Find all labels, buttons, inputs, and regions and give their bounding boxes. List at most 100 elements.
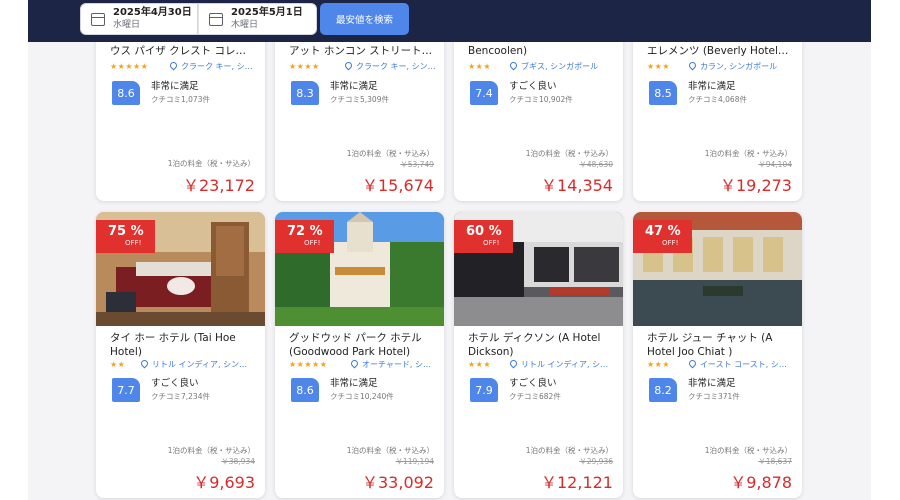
- checkin-date-field[interactable]: 2025年4月30日 水曜日: [80, 3, 198, 35]
- checkout-day: 木曜日: [231, 20, 259, 30]
- hotel-name[interactable]: ウス パイザ クレスト コレ…: [110, 44, 256, 58]
- hotel-name[interactable]: ホテル ジュー チャット (A Hotel Joo Chiat ): [647, 331, 793, 359]
- star-rating: ★★★: [647, 62, 671, 71]
- location-pin-icon: [689, 62, 698, 71]
- location-pin-icon: [351, 360, 360, 369]
- hotel-name[interactable]: ホテル ディクソン (A Hotel Dickson): [468, 331, 614, 359]
- rating-label: 非常に満足: [688, 81, 736, 92]
- location-pin-icon: [510, 62, 519, 71]
- hotel-location[interactable]: クラーク キー, シン…: [345, 62, 437, 72]
- review-count: クチコミ10,240件: [330, 392, 394, 401]
- review-score: 7.4: [470, 81, 498, 105]
- discount-badge: 47 % OFF!: [633, 220, 692, 253]
- review-score: 8.6: [291, 378, 319, 402]
- hotel-card[interactable]: 75 % OFF! タイ ホー ホテル (Tai Hoe Hotel) ★★ リ…: [96, 212, 265, 498]
- review-score: 8.2: [649, 378, 677, 402]
- original-price: ￥18,637: [758, 457, 792, 466]
- location-pin-icon: [510, 360, 519, 369]
- discount-badge: 60 % OFF!: [454, 220, 513, 253]
- rating-label: すごく良い: [509, 378, 557, 389]
- checkin-date: 2025年4月30日: [113, 7, 192, 18]
- price-label: 1泊の料金（税・サ込み）: [346, 446, 434, 455]
- hotel-location[interactable]: ブギス, シンガポール: [510, 62, 616, 72]
- review-count: クチコミ682件: [509, 392, 561, 401]
- star-rating: ★★★: [647, 360, 671, 369]
- calendar-icon: [91, 12, 105, 26]
- hotel-location[interactable]: リトル インディア, シン…: [141, 360, 258, 370]
- review-count: クチコミ4,068件: [688, 95, 747, 104]
- hotel-photo[interactable]: 60 % OFF!: [454, 212, 623, 326]
- location-pin-icon: [689, 360, 698, 369]
- rating-label: 非常に満足: [330, 378, 378, 389]
- checkout-date-field[interactable]: 2025年5月1日 木曜日: [198, 3, 317, 35]
- star-rating: ★★★: [468, 62, 492, 71]
- hotel-price: ￥23,172: [183, 176, 255, 195]
- hotel-location[interactable]: イースト コースト, シ…: [689, 360, 795, 370]
- hotel-name[interactable]: アット ホンコン ストリート…: [289, 44, 435, 58]
- hotel-photo[interactable]: 75 % OFF!: [96, 212, 265, 326]
- hotel-location[interactable]: カラン, シンガポール: [689, 62, 795, 72]
- hotel-name[interactable]: タイ ホー ホテル (Tai Hoe Hotel): [110, 331, 256, 359]
- star-rating: ★★★★★: [289, 360, 328, 369]
- hotel-price: ￥9,878: [730, 473, 792, 492]
- checkout-date: 2025年5月1日: [231, 7, 303, 18]
- rating-label: 非常に満足: [151, 81, 199, 92]
- original-price: ￥29,936: [579, 457, 613, 466]
- review-score: 7.7: [112, 378, 140, 402]
- original-price: ￥38,934: [221, 457, 255, 466]
- price-label: 1泊の料金（税・サ込み）: [525, 446, 613, 455]
- rating-label: すごく良い: [151, 378, 199, 389]
- hotel-price: ￥9,693: [193, 473, 255, 492]
- rating-label: 非常に満足: [330, 81, 378, 92]
- price-label: 1泊の料金（税・サ込み）: [704, 149, 792, 158]
- hotel-card[interactable]: 47 % OFF! ホテル ジュー チャット (A Hotel Joo Chia…: [633, 212, 802, 498]
- hotel-name[interactable]: グッドウッド パーク ホテル (Goodwood Park Hotel): [289, 331, 435, 359]
- hotel-photo[interactable]: 72 % OFF!: [275, 212, 444, 326]
- hotel-location[interactable]: オーチャード, シ…: [351, 360, 437, 370]
- hotel-location[interactable]: クラーク キー, シ…: [170, 62, 258, 72]
- search-lowest-price-button[interactable]: 最安値を検索: [320, 3, 409, 35]
- hotel-photo[interactable]: 47 % OFF!: [633, 212, 802, 326]
- star-rating: ★★★★: [289, 62, 320, 71]
- price-label: 1泊の料金（税・サ込み）: [346, 149, 434, 158]
- price-label: 1泊の料金（税・サ込み）: [704, 446, 792, 455]
- checkin-day: 水曜日: [113, 20, 141, 30]
- price-label: 1泊の料金（税・サ込み）: [167, 446, 255, 455]
- rating-label: すごく良い: [509, 81, 557, 92]
- hotel-card[interactable]: 60 % OFF! ホテル ディクソン (A Hotel Dickson) ★★…: [454, 212, 623, 498]
- hotel-name[interactable]: エレメンツ (Beverly Hotels…: [647, 44, 793, 58]
- hotel-card[interactable]: 72 % OFF! グッドウッド パーク ホテル (Goodwood Park …: [275, 212, 444, 498]
- discount-badge: 75 % OFF!: [96, 220, 155, 253]
- calendar-icon: [209, 12, 223, 26]
- review-count: クチコミ371件: [688, 392, 740, 401]
- review-count: クチコミ5,309件: [330, 95, 389, 104]
- price-label: 1泊の料金（税・サ込み）: [525, 149, 613, 158]
- hotel-price: ￥12,121: [541, 473, 613, 492]
- review-score: 8.3: [291, 81, 319, 105]
- hotel-location[interactable]: リトル インディア, シ…: [510, 360, 616, 370]
- discount-badge: 72 % OFF!: [275, 220, 334, 253]
- original-price: ￥53,749: [400, 160, 434, 169]
- review-score: 8.5: [649, 81, 677, 105]
- hotel-price: ￥15,674: [362, 176, 434, 195]
- hotel-price: ￥33,092: [362, 473, 434, 492]
- review-score: 8.6: [112, 81, 140, 105]
- hotel-price: ￥19,273: [720, 176, 792, 195]
- star-rating: ★★★★★: [110, 62, 149, 71]
- location-pin-icon: [141, 360, 150, 369]
- location-pin-icon: [170, 62, 179, 71]
- location-pin-icon: [345, 62, 354, 71]
- original-price: ￥48,630: [579, 160, 613, 169]
- rating-label: 非常に満足: [688, 378, 736, 389]
- hotel-name[interactable]: Bencoolen): [468, 44, 614, 58]
- original-price: ￥119,194: [395, 457, 434, 466]
- hotel-price: ￥14,354: [541, 176, 613, 195]
- price-label: 1泊の料金（税・サ込み）: [167, 159, 255, 168]
- review-count: クチコミ1,073件: [151, 95, 210, 104]
- review-count: クチコミ7,234件: [151, 392, 210, 401]
- original-price: ￥94,104: [758, 160, 792, 169]
- review-count: クチコミ10,902件: [509, 95, 573, 104]
- star-rating: ★★★: [468, 360, 492, 369]
- star-rating: ★★: [110, 360, 126, 369]
- review-score: 7.9: [470, 378, 498, 402]
